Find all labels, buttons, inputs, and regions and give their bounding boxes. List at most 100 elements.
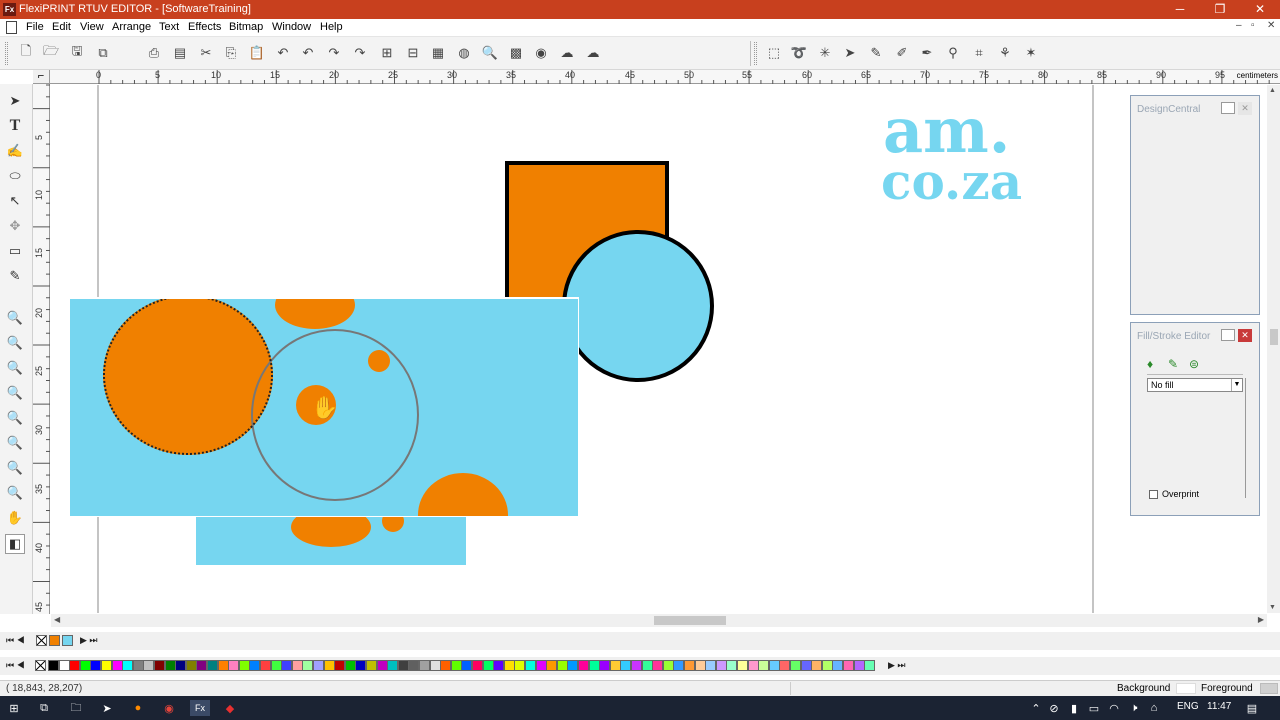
mdi-restore-button[interactable]: ▫ <box>1251 20 1255 31</box>
fill-stroke-close-button[interactable]: ✕ <box>1238 329 1252 342</box>
pencil-icon[interactable]: ✎ <box>866 43 886 63</box>
color-swatch[interactable] <box>737 660 748 671</box>
color-swatch[interactable] <box>472 660 483 671</box>
color-swatch[interactable] <box>535 660 547 671</box>
color-swatch[interactable] <box>323 660 335 671</box>
color-swatch[interactable] <box>705 660 717 671</box>
scroll-down-arrow-icon[interactable]: ▼ <box>1269 604 1276 611</box>
swatch-none[interactable] <box>36 635 47 646</box>
crop-icon[interactable]: ⌗ <box>969 43 989 63</box>
color-wheel-icon[interactable]: ◉ <box>531 43 551 63</box>
color-swatch[interactable] <box>249 660 261 671</box>
blue-circle-shape[interactable] <box>562 230 714 382</box>
recorder-icon[interactable]: ◆ <box>222 700 238 716</box>
clock-time[interactable]: 11:47 <box>1207 701 1231 712</box>
color-swatch[interactable] <box>90 660 102 671</box>
color-swatch[interactable] <box>302 660 314 671</box>
color-swatch[interactable] <box>684 660 695 671</box>
color-swatch[interactable] <box>175 660 187 671</box>
cloud-icon[interactable]: ☁ <box>557 43 577 63</box>
node-edit-tool-icon[interactable]: ↖ <box>5 191 25 211</box>
chrome-icon[interactable]: ◉ <box>161 700 177 716</box>
color-swatch[interactable] <box>546 660 558 671</box>
color-swatch[interactable] <box>387 660 399 671</box>
color-swatch[interactable] <box>207 660 218 671</box>
color-swatch[interactable] <box>843 660 854 671</box>
ungroup-icon[interactable]: ⊟ <box>403 43 423 63</box>
fill-type-select[interactable]: No fill ▼ <box>1147 378 1243 392</box>
color-swatch[interactable] <box>461 660 473 671</box>
color-swatch[interactable] <box>715 660 727 671</box>
color-swatch[interactable] <box>164 660 176 671</box>
pen-icon[interactable]: ✒ <box>917 43 937 63</box>
color-palette-icon[interactable]: ◍ <box>454 43 474 63</box>
fill-stroke-tool-icon[interactable]: ◧ <box>5 534 25 554</box>
color-swatch[interactable] <box>122 660 134 671</box>
design-central-close-button[interactable]: ✕ <box>1238 102 1252 115</box>
new-icon[interactable]: 🗋 <box>16 43 36 63</box>
color-swatch[interactable] <box>662 660 674 671</box>
background-color-swatch[interactable] <box>1176 683 1196 694</box>
zoom-height-tool-icon[interactable]: 🔍 <box>5 483 25 503</box>
color-swatch[interactable] <box>344 660 356 671</box>
color-swatch[interactable] <box>69 660 81 671</box>
zoom-fit-tool-icon[interactable]: 🔍 <box>5 358 25 378</box>
color-swatch[interactable] <box>291 660 303 671</box>
ruler-origin[interactable]: ⌐ <box>33 70 50 84</box>
cloud-upload-icon[interactable]: ☁ <box>583 43 603 63</box>
doc-palette-nav-left[interactable]: ⏮ ◀ <box>6 635 25 646</box>
color-swatch[interactable] <box>652 660 664 671</box>
measure-tool-icon[interactable]: ▭ <box>5 241 25 261</box>
color-swatch[interactable] <box>609 660 621 671</box>
color-swatch[interactable] <box>631 660 642 671</box>
menu-edit[interactable]: Edit <box>52 21 71 33</box>
menu-view[interactable]: View <box>80 21 104 33</box>
color-swatch[interactable] <box>790 660 801 671</box>
color-swatch[interactable] <box>228 660 240 671</box>
color-swatch[interactable] <box>673 660 685 671</box>
brush-icon[interactable]: ✐ <box>892 43 912 63</box>
color-swatch[interactable] <box>578 660 589 671</box>
color-swatch[interactable] <box>758 660 770 671</box>
lasso-select-icon[interactable]: ➰ <box>789 43 809 63</box>
maximize-button[interactable]: ❐ <box>1200 0 1240 19</box>
print-icon[interactable]: ⎙ <box>144 43 164 63</box>
color-swatch[interactable] <box>588 660 600 671</box>
save-all-icon[interactable]: ⧉ <box>93 43 113 63</box>
color-swatch[interactable] <box>779 660 791 671</box>
mdi-close-button[interactable]: ✕ <box>1267 20 1275 31</box>
color-swatch[interactable] <box>334 660 346 671</box>
color-swatch[interactable] <box>694 660 706 671</box>
undo-list-icon[interactable]: ↶ <box>298 43 318 63</box>
color-swatch[interactable] <box>821 660 833 671</box>
color-swatch[interactable] <box>79 660 91 671</box>
mdi-minimize-button[interactable]: – <box>1236 20 1242 31</box>
swatch-blue[interactable] <box>62 635 73 646</box>
color-swatch[interactable] <box>556 660 568 671</box>
color-swatch[interactable] <box>143 660 155 671</box>
wifi-icon[interactable]: ◠ <box>1106 700 1122 716</box>
color-swatch[interactable] <box>482 660 494 671</box>
notification-bell-icon[interactable]: ⌂ <box>1146 700 1162 716</box>
firefox-icon[interactable]: ● <box>130 700 146 716</box>
color-swatch[interactable] <box>800 660 812 671</box>
scroll-right-arrow-icon[interactable]: ▶ <box>1258 615 1264 624</box>
send-icon[interactable]: ➤ <box>99 700 115 716</box>
orange-dot-small[interactable] <box>368 350 390 372</box>
group-icon[interactable]: ⊞ <box>377 43 397 63</box>
vertical-ruler[interactable]: 5 10 15 20 25 30 35 40 45 <box>33 84 50 614</box>
task-view-icon[interactable]: ⧉ <box>36 700 52 716</box>
zoom-all-tool-icon[interactable]: 🔍 <box>5 408 25 428</box>
zoom-width-tool-icon[interactable]: 🔍 <box>5 458 25 478</box>
color-swatch[interactable] <box>111 660 123 671</box>
zoom-select-tool-icon[interactable]: 🔍 <box>5 383 25 403</box>
menu-effects[interactable]: Effects <box>188 21 221 33</box>
network-status-icon[interactable]: ⊘ <box>1046 700 1062 716</box>
color-swatch[interactable] <box>408 660 420 671</box>
color-swatch[interactable] <box>599 660 611 671</box>
color-swatch[interactable] <box>853 660 865 671</box>
color-swatch[interactable] <box>726 660 738 671</box>
palette-nav-left[interactable]: ⏮ ◀ <box>6 660 25 671</box>
color-swatch[interactable] <box>567 660 579 671</box>
color-swatch[interactable] <box>270 660 282 671</box>
